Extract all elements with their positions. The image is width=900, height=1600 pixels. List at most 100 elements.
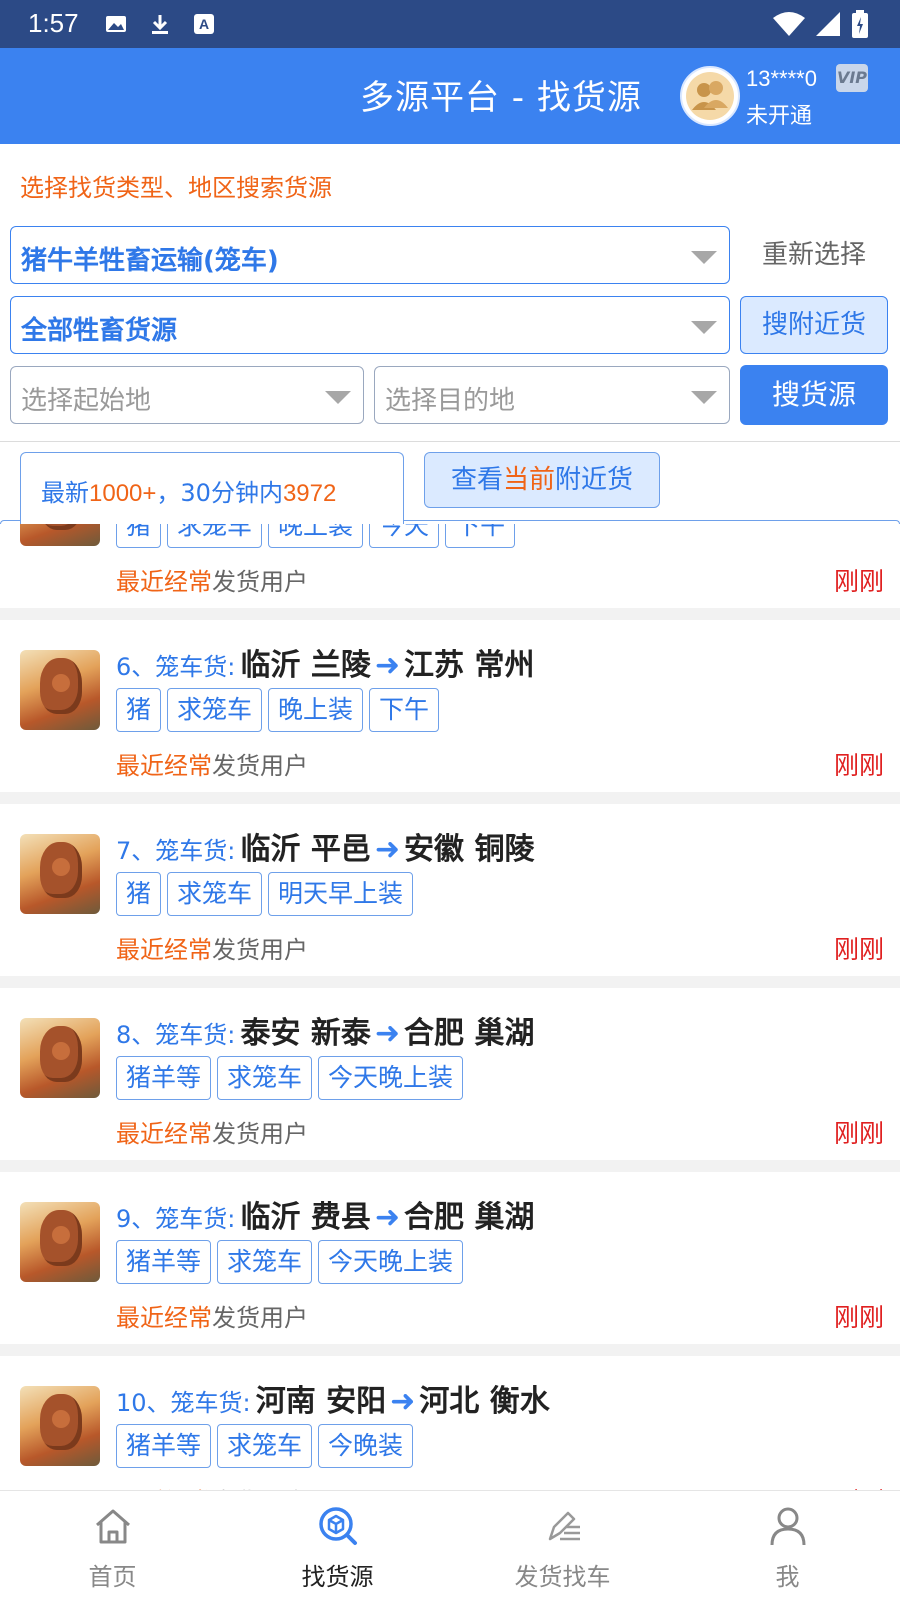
user-avatar[interactable] xyxy=(680,66,740,126)
svg-text:A: A xyxy=(199,16,209,32)
download-icon xyxy=(152,15,168,34)
cargo-index: 10、笼车货: xyxy=(116,1389,251,1417)
cargo-card[interactable]: 6、笼车货: 临沂 兰陵 ➜ 江苏 常州猪求笼车 晚上装 下午 最近经常发货用户 刚刚 xyxy=(0,620,900,792)
origin-city: 临沂 平邑 xyxy=(240,832,371,867)
destination-city: 安徽 铜陵 xyxy=(404,832,535,867)
subcategory-select[interactable]: 全部牲畜货源 xyxy=(10,296,730,354)
shipper-avatar xyxy=(20,1018,100,1098)
search-cargo-button[interactable]: 搜货源 xyxy=(740,365,888,425)
cargo-tag: 猪 xyxy=(116,688,162,732)
post-cargo-icon xyxy=(548,1511,580,1541)
group-icon xyxy=(686,72,734,120)
membership-status[interactable]: 未开通 xyxy=(746,98,812,130)
user-icon xyxy=(770,1507,806,1546)
destination-city: 合肥 巢湖 xyxy=(404,1200,535,1235)
nav-me[interactable]: 我 xyxy=(675,1491,900,1600)
card-separator xyxy=(0,608,900,620)
cargo-card[interactable]: 8、笼车货: 泰安 新泰 ➜ 合肥 巢湖 猪羊等 求笼车 今天晚上装最近经常发货用户 刚刚 xyxy=(0,988,900,1160)
chevron-down-icon xyxy=(691,321,717,334)
cargo-tags: 猪求笼车 晚上装 今天 下午 xyxy=(116,524,521,548)
home-icon xyxy=(96,1509,130,1544)
cargo-card[interactable]: 10、笼车货: 河南 安阳➜河北 衡水猪羊等求笼车今晚装最近经常发货用户 刚刚 xyxy=(0,1356,900,1490)
status-bar: 1:57 A xyxy=(0,0,900,48)
cargo-tag: 晚上装 xyxy=(268,524,364,548)
post-time: 刚刚 xyxy=(833,935,884,964)
cargo-tag: 今天晚上装 xyxy=(318,1240,464,1284)
subcategory-value: 全部牲畜货源 xyxy=(21,316,178,346)
divider xyxy=(0,441,900,442)
post-time: 刚刚 xyxy=(833,1119,884,1148)
cargo-tag: 下午 xyxy=(445,524,516,548)
vip-badge[interactable]: VIP xyxy=(836,64,868,92)
cargo-tags: 猪羊等 求笼车 今晚装 xyxy=(116,1424,419,1468)
shipper-avatar xyxy=(20,650,100,730)
card-separator xyxy=(0,976,900,988)
page-title: 多源平台 - 找货源 xyxy=(360,78,642,118)
nav-post-cargo[interactable]: 发货找车 xyxy=(450,1491,675,1600)
cargo-route: 6、笼车货: 临沂 兰陵 ➜ 江苏 常州 xyxy=(116,640,535,684)
nav-post-cargo-label: 发货找车 xyxy=(514,1563,611,1591)
arrow-right-icon: ➜ xyxy=(374,832,401,867)
shipper-avatar xyxy=(20,834,100,914)
card-separator xyxy=(0,1344,900,1356)
arrow-right-icon: ➜ xyxy=(374,648,401,683)
cargo-tag: 猪羊等 xyxy=(116,1424,212,1468)
cargo-card[interactable]: 9、笼车货: 临沂 费县 ➜ 合肥 巢湖 猪羊等 求笼车 今天晚上装 最近经常发货用户 刚刚 xyxy=(0,1172,900,1344)
cargo-route: 7、笼车货: 临沂 平邑 ➜ 安徽 铜陵 xyxy=(116,824,535,868)
cargo-tag: 今晚装 xyxy=(318,1424,414,1468)
origin-city: 临沂 费县 xyxy=(240,1200,371,1235)
chevron-down-icon xyxy=(325,391,351,404)
cargo-tag: 下午 xyxy=(369,688,440,732)
nav-find-cargo-label: 找货源 xyxy=(301,1563,374,1591)
app-header: 多源平台 - 找货源 13****0 未开通 VIP xyxy=(0,48,900,144)
cargo-index: 9、笼车货: xyxy=(116,1205,236,1233)
status-time: 1:57 xyxy=(28,8,79,38)
destination-select[interactable]: 选择目的地 xyxy=(374,366,730,424)
shipper-avatar xyxy=(20,1202,100,1282)
origin-city: 泰安 新泰 xyxy=(240,1016,371,1051)
nav-home[interactable]: 首页 xyxy=(0,1491,225,1600)
cargo-route: 9、笼车货: 临沂 费县 ➜ 合肥 巢湖 xyxy=(116,1192,535,1236)
shipper-note: 最近经常发货用户 xyxy=(116,752,308,780)
origin-select[interactable]: 选择起始地 xyxy=(10,366,364,424)
cargo-list[interactable]: 猪求笼车 晚上装 今天 下午 最近经常发货用户 刚刚 6、笼车货: 临沂 兰陵 ➜ 江苏 常州猪… xyxy=(0,524,900,1490)
shipper-note: 最近经常发货用户 xyxy=(116,1120,308,1148)
cargo-tag: 今天 xyxy=(369,524,440,548)
category-select[interactable]: 猪牛羊牲畜运输(笼车) xyxy=(10,226,730,284)
shipper-note: 最近经常发货用户 xyxy=(116,936,308,964)
search-nearby-button[interactable]: 搜附近货 xyxy=(740,296,888,354)
cargo-index: 6、笼车货: xyxy=(116,653,236,681)
cargo-tag: 求笼车 xyxy=(217,1056,313,1100)
cargo-tag: 猪羊等 xyxy=(116,1240,212,1284)
tab-latest[interactable]: 最新1000+，30分钟内3972 xyxy=(20,452,404,524)
reset-button[interactable]: 重新选择 xyxy=(740,226,888,284)
category-value: 猪牛羊牲畜运输(笼车) xyxy=(21,246,279,276)
destination-city: 河北 衡水 xyxy=(419,1384,550,1419)
origin-city: 河南 安阳 xyxy=(255,1384,387,1419)
cargo-tag: 晚上装 xyxy=(268,688,364,732)
destination-city: 江苏 常州 xyxy=(404,648,535,683)
cargo-tags: 猪求笼车 晚上装 下午 xyxy=(116,688,445,732)
destination-placeholder: 选择目的地 xyxy=(385,386,516,416)
cargo-tag: 求笼车 xyxy=(167,872,263,916)
battery-icon xyxy=(852,10,868,38)
nav-find-cargo[interactable]: 找货源 xyxy=(225,1491,450,1600)
cargo-tag: 求笼车 xyxy=(217,1240,313,1284)
cargo-card[interactable]: 7、笼车货: 临沂 平邑 ➜ 安徽 铜陵猪求笼车 明天早上装 最近经常发货用户 刚刚 xyxy=(0,804,900,976)
post-time: 刚刚 xyxy=(834,1482,884,1490)
cargo-card[interactable]: 猪求笼车 晚上装 今天 下午 最近经常发货用户 刚刚 xyxy=(0,524,900,608)
cargo-tags: 猪求笼车 明天早上装 xyxy=(116,872,419,916)
user-id[interactable]: 13****0 xyxy=(746,66,817,92)
nav-me-label: 我 xyxy=(775,1563,800,1591)
cargo-tag: 求笼车 xyxy=(217,1424,313,1468)
arrow-right-icon: ➜ xyxy=(374,1200,401,1235)
shipper-note: 最近经常发货用户 xyxy=(116,1482,308,1490)
cargo-tag: 猪羊等 xyxy=(116,1056,212,1100)
cargo-tags: 猪羊等 求笼车 今天晚上装 xyxy=(116,1056,469,1100)
tab-nearby[interactable]: 查看当前附近货 xyxy=(424,452,660,508)
cargo-route: 8、笼车货: 泰安 新泰 ➜ 合肥 巢湖 xyxy=(116,1008,535,1052)
find-cargo-icon xyxy=(319,1507,357,1545)
shipper-avatar xyxy=(20,1386,100,1466)
tab-latest-label: 最新1000+，30分钟内3972 xyxy=(41,479,337,507)
cargo-index: 7、笼车货: xyxy=(116,837,236,865)
